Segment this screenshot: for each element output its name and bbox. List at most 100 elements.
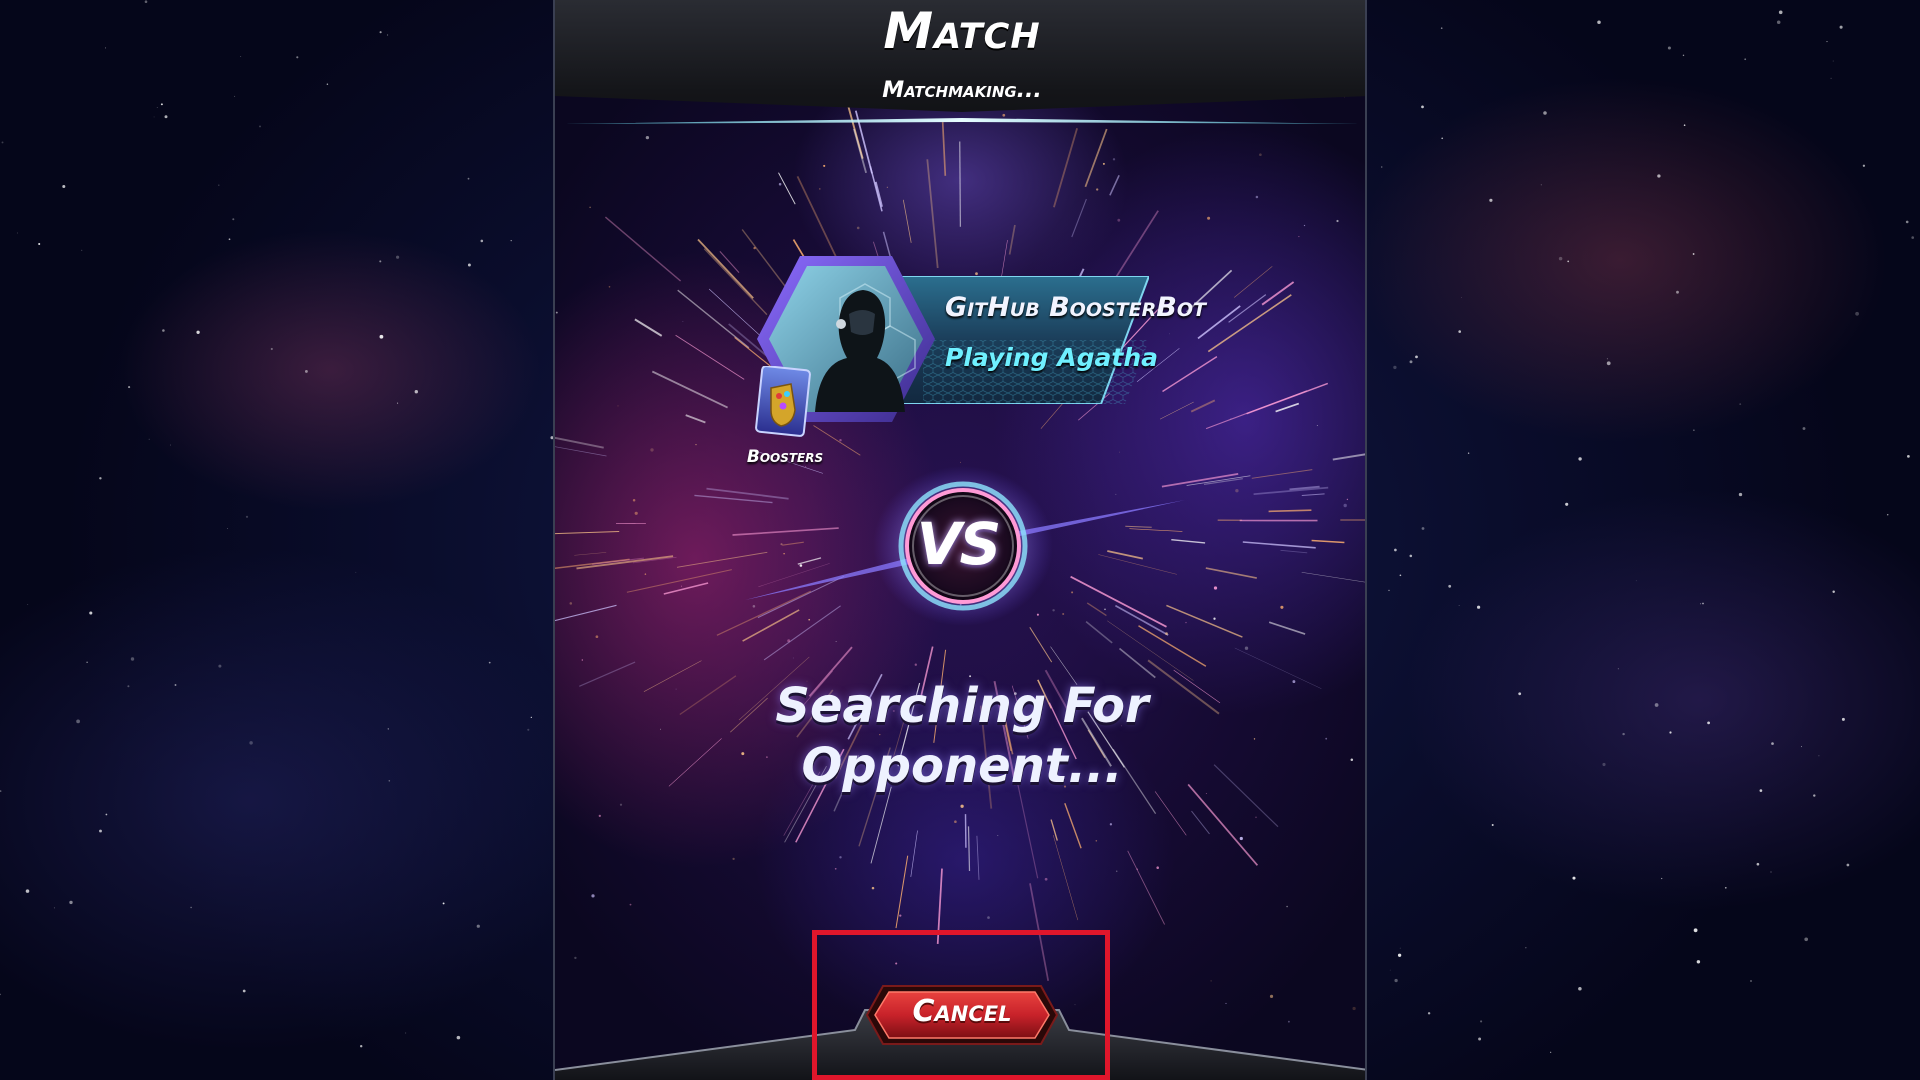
star <box>379 260 382 263</box>
star <box>1907 455 1910 458</box>
warp-ray <box>675 334 745 380</box>
star <box>1572 876 1576 880</box>
warp-ray <box>853 128 867 174</box>
warp-ray <box>1008 224 1016 255</box>
star <box>227 528 228 529</box>
searching-status: Searching For Opponent... <box>662 676 1262 796</box>
panel-star <box>975 272 978 276</box>
warp-ray <box>1280 549 1308 554</box>
star <box>1778 10 1783 15</box>
star <box>379 31 382 34</box>
star <box>1480 1020 1483 1023</box>
star <box>1441 137 1444 140</box>
star <box>1467 452 1470 454</box>
star <box>1700 603 1702 605</box>
warp-ray <box>634 318 663 337</box>
star <box>480 239 484 243</box>
star <box>1724 886 1727 889</box>
panel-star <box>839 438 842 442</box>
star <box>1578 986 1582 991</box>
warp-ray <box>1159 401 1194 420</box>
warp-ray <box>1251 469 1313 479</box>
header-divider <box>563 118 1361 124</box>
star <box>1855 311 1859 316</box>
star <box>1491 824 1494 826</box>
star <box>234 95 236 97</box>
warp-ray <box>576 555 674 570</box>
panel-star <box>1210 980 1212 982</box>
warp-ray <box>1084 128 1108 188</box>
player-deck-status: Playing Agatha <box>945 343 1158 372</box>
panel-star <box>1230 418 1232 420</box>
warp-ray <box>555 436 604 449</box>
star <box>196 330 200 334</box>
panel-star <box>871 886 875 890</box>
panel-star <box>856 226 860 230</box>
warp-ray <box>1301 572 1365 583</box>
warp-ray <box>1191 810 1210 835</box>
highlight-box <box>812 930 1110 1080</box>
star <box>1744 58 1747 61</box>
panel-star <box>1239 836 1243 841</box>
star <box>1399 947 1401 949</box>
panel-star <box>555 311 558 314</box>
panel-star <box>835 640 837 642</box>
warp-ray <box>719 251 740 273</box>
panel-star <box>645 135 650 140</box>
star <box>388 780 391 782</box>
star <box>1661 877 1663 880</box>
panel-star <box>574 956 577 960</box>
panel-star <box>1165 632 1168 635</box>
warp-ray <box>1127 850 1165 925</box>
warp-ray <box>902 199 912 243</box>
star <box>1622 732 1625 736</box>
star <box>0 790 2 793</box>
star <box>1458 605 1460 606</box>
warp-ray <box>555 604 617 622</box>
star <box>1399 574 1402 577</box>
panel-star <box>650 448 654 452</box>
star <box>1905 220 1909 224</box>
panel-star <box>987 916 990 919</box>
star <box>396 255 400 259</box>
panel-star <box>753 246 756 250</box>
star <box>379 334 384 339</box>
panel-star <box>1156 866 1159 869</box>
star <box>1393 365 1397 370</box>
panel-star <box>997 835 999 837</box>
star <box>16 232 18 234</box>
panel-star <box>1255 195 1259 199</box>
panel-star <box>1116 870 1118 872</box>
panel-star <box>778 182 782 186</box>
panel-star <box>1244 646 1249 650</box>
star <box>488 661 491 664</box>
star <box>442 902 445 905</box>
star <box>1654 703 1659 707</box>
match-panel: Match Matchmaking... GitHub BoosterBot P… <box>553 0 1367 1080</box>
panel-star <box>839 856 842 859</box>
player-name: GitHub BoosterBot <box>945 292 1206 323</box>
warp-ray <box>685 414 706 424</box>
panel-star <box>598 814 601 818</box>
star <box>128 386 131 389</box>
star <box>153 116 155 118</box>
panel-star <box>1298 236 1300 238</box>
warp-ray <box>967 826 971 872</box>
star <box>1750 980 1752 982</box>
panel-star <box>1286 905 1288 908</box>
star <box>0 993 1 996</box>
star <box>387 728 389 730</box>
star <box>218 184 220 186</box>
star <box>405 1032 407 1034</box>
warp-ray <box>1053 128 1078 208</box>
panel-star <box>595 635 599 639</box>
panel-star <box>1185 621 1187 624</box>
star <box>1606 361 1611 366</box>
star <box>1567 260 1570 263</box>
star <box>1693 928 1698 933</box>
panel-star <box>1102 162 1105 165</box>
warp-ray <box>1268 509 1312 513</box>
panel-star <box>1112 158 1116 161</box>
warp-ray <box>874 181 883 207</box>
panel-star <box>619 803 623 806</box>
